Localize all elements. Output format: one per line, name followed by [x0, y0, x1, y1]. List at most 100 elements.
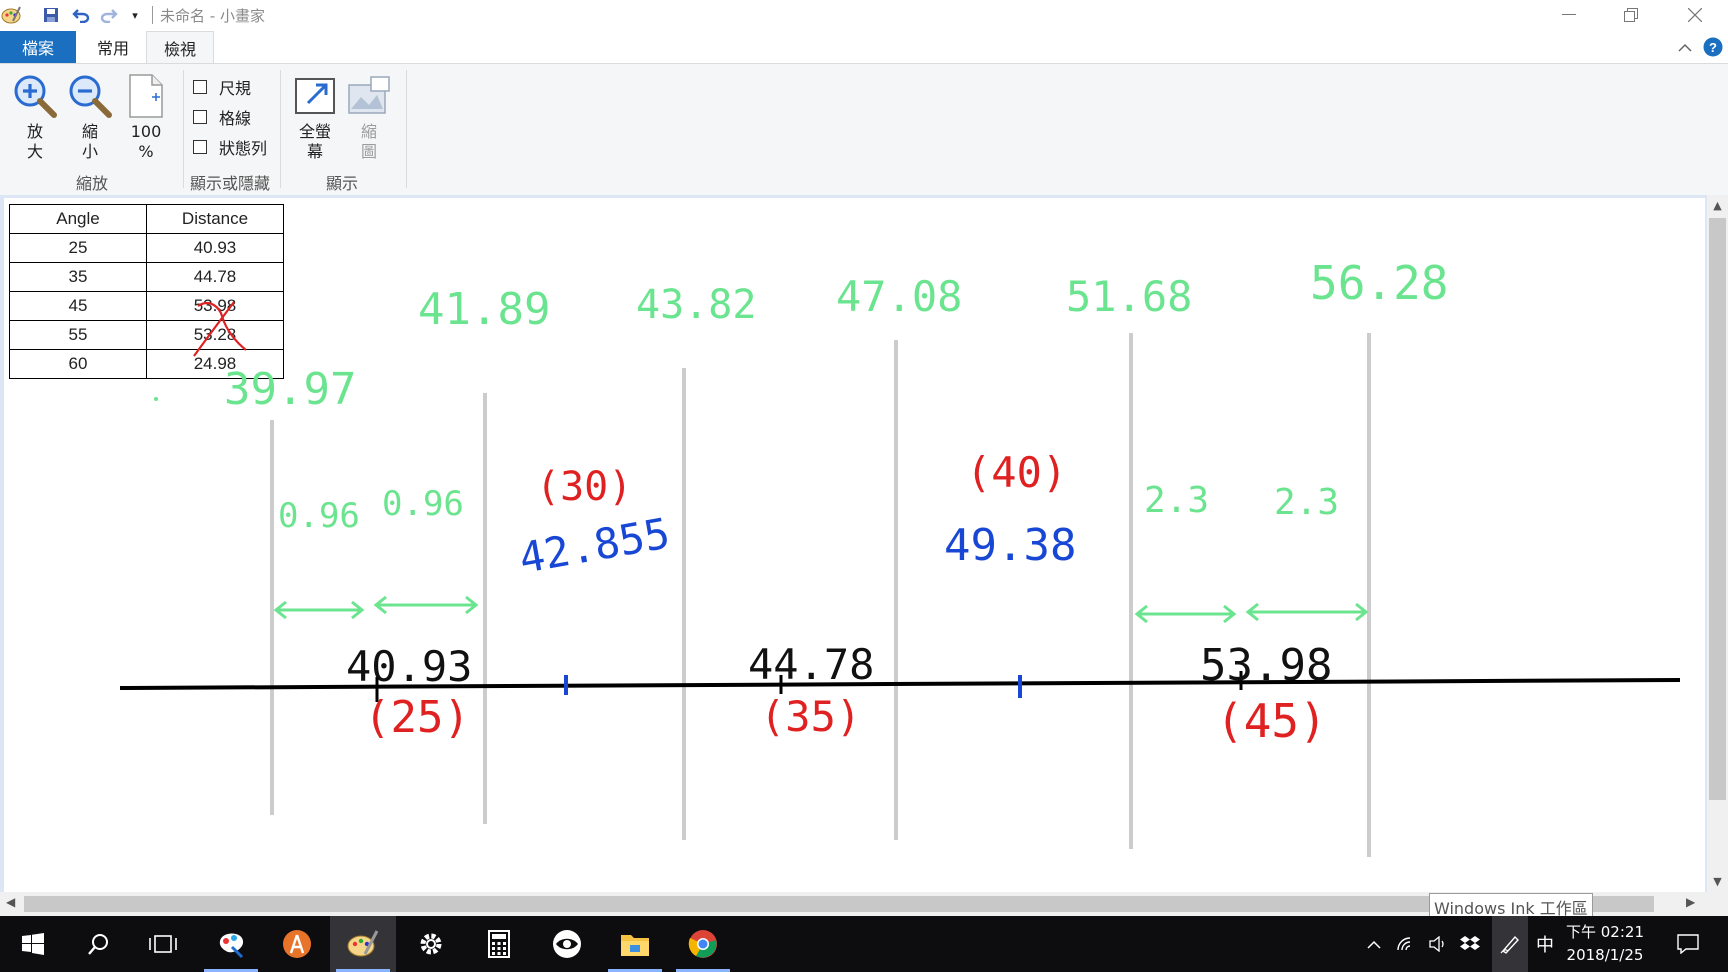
- zoom-in-label: 放 大: [26, 122, 43, 161]
- statusbar-checkbox[interactable]: 狀態列: [193, 135, 267, 159]
- restore-button[interactable]: [1600, 0, 1662, 30]
- windows-ink-icon[interactable]: [1492, 916, 1528, 972]
- gap-arrow: [273, 600, 365, 620]
- statusbar-label: 狀態列: [219, 139, 268, 158]
- ink-gap-value: 0.96: [278, 496, 360, 536]
- vertical-scrollbar[interactable]: ▲ ▼: [1707, 195, 1728, 892]
- title-separator: [152, 6, 153, 24]
- ink-angle-label: (30): [536, 464, 633, 510]
- ink-gap-value: 0.96: [382, 484, 464, 524]
- gridlines-checkbox-box[interactable]: [193, 110, 207, 124]
- search-icon[interactable]: [66, 916, 132, 972]
- paint3d-icon[interactable]: [198, 916, 264, 972]
- close-button[interactable]: [1664, 0, 1726, 30]
- calculator-icon[interactable]: [466, 916, 532, 972]
- task-view-icon[interactable]: [130, 916, 196, 972]
- table-cell: 25: [9, 233, 147, 263]
- action-center-icon[interactable]: [1668, 916, 1708, 972]
- zoom-group-label: 縮放: [76, 174, 109, 193]
- ink-distance-value: 53.98: [1200, 640, 1333, 691]
- collapse-ribbon-icon[interactable]: [1674, 36, 1696, 58]
- orange-app-icon[interactable]: [264, 916, 330, 972]
- ink-distance-value: 44.78: [748, 640, 875, 689]
- ink-gap-value: 2.3: [1144, 480, 1210, 521]
- zoom-100-label: 100 %: [130, 122, 162, 161]
- display-group-label: 顯示: [326, 174, 359, 193]
- taskbar: 中 下午 02:21 2018/1/25: [0, 916, 1728, 972]
- group-divider: [280, 70, 281, 188]
- paint-app-icon[interactable]: [0, 4, 22, 26]
- ribbon-view-panel: 放 大 縮 小 100 % 縮放 尺規 格線 狀態列 顯示或隱藏 全螢 幕 縮 …: [0, 63, 1728, 196]
- drawing-canvas[interactable]: Angle Distance 25 40.93 35 44.78 45 53.9…: [4, 198, 1705, 892]
- ink-green-value: 56.28: [1310, 256, 1449, 310]
- ruler-checkbox-box[interactable]: [193, 80, 207, 94]
- scroll-left-icon[interactable]: ◀: [6, 895, 15, 909]
- paint-icon[interactable]: [330, 916, 396, 972]
- undo-icon[interactable]: [70, 4, 92, 26]
- gridlines-label: 格線: [219, 109, 252, 128]
- table-header: Distance: [146, 204, 284, 234]
- ink-angle-label: (25): [364, 692, 470, 743]
- dropbox-icon[interactable]: [1456, 916, 1484, 972]
- title-bar: ▾ 未命名 - 小畫家: [0, 0, 1728, 30]
- eye-app-icon[interactable]: [534, 916, 600, 972]
- save-icon[interactable]: [40, 4, 62, 26]
- statusbar-checkbox-box[interactable]: [193, 140, 207, 154]
- help-icon[interactable]: ?: [1702, 36, 1724, 58]
- ink-green-value: 43.82: [636, 282, 757, 328]
- ink-green-value: 47.08: [836, 272, 963, 321]
- table-header: Angle: [9, 204, 147, 234]
- horizontal-scroll-thumb[interactable]: [24, 896, 1654, 912]
- file-explorer-icon[interactable]: [602, 916, 668, 972]
- ime-indicator[interactable]: 中: [1530, 916, 1560, 972]
- table-cell: 35: [9, 262, 147, 292]
- ink-midpoint-value: 49.38: [944, 520, 1077, 571]
- gridlines-checkbox[interactable]: 格線: [193, 105, 251, 129]
- tab-view[interactable]: 檢視: [146, 31, 214, 64]
- start-icon[interactable]: [0, 916, 66, 972]
- chrome-icon[interactable]: [670, 916, 736, 972]
- table-row: 25 40.93: [9, 233, 284, 263]
- scroll-right-icon[interactable]: ▶: [1686, 895, 1695, 909]
- ink-distance-value: 40.93: [346, 642, 473, 691]
- zoom-out-button[interactable]: 縮 小: [64, 70, 116, 162]
- ink-angle-label: (35): [760, 692, 862, 741]
- thumbnail-button[interactable]: 縮 圖: [343, 70, 395, 162]
- ink-gap-value: 2.3: [1274, 482, 1340, 523]
- settings-icon[interactable]: [398, 916, 464, 972]
- minimize-button[interactable]: [1538, 0, 1600, 30]
- group-divider: [183, 70, 184, 188]
- guide-lines: [270, 333, 1371, 857]
- ink-green-value: 41.89: [418, 284, 551, 335]
- redo-icon[interactable]: [98, 4, 120, 26]
- zoom-100-button[interactable]: 100 %: [120, 70, 172, 162]
- page-icon: [120, 70, 172, 122]
- show-hidden-icons-icon[interactable]: [1360, 916, 1388, 972]
- ink-green-value: 51.68: [1066, 272, 1193, 321]
- scroll-down-icon[interactable]: ▼: [1707, 875, 1728, 888]
- thumbnail-label: 縮 圖: [360, 122, 377, 161]
- fullscreen-button[interactable]: 全螢 幕: [289, 70, 341, 162]
- table-cell: 60: [9, 349, 147, 379]
- wifi-icon[interactable]: [1392, 916, 1420, 972]
- scroll-up-icon[interactable]: ▲: [1707, 199, 1728, 212]
- show-hide-group-label: 顯示或隱藏: [190, 174, 271, 193]
- taskbar-clock[interactable]: 下午 02:21 2018/1/25: [1560, 921, 1650, 967]
- table-cell: 45: [9, 291, 147, 321]
- volume-icon[interactable]: [1424, 916, 1452, 972]
- customize-dropdown-icon[interactable]: ▾: [124, 4, 146, 26]
- gap-arrow: [1134, 604, 1237, 624]
- ink-angle-label: (40): [966, 448, 1068, 497]
- tab-home[interactable]: 常用: [82, 31, 144, 63]
- gap-arrow: [1245, 602, 1369, 622]
- clock-date: 2018/1/25: [1566, 946, 1644, 964]
- vertical-scroll-thumb[interactable]: [1709, 218, 1726, 800]
- zoom-out-label: 縮 小: [81, 122, 98, 161]
- ink-dot: [154, 397, 158, 401]
- ruler-checkbox[interactable]: 尺規: [193, 75, 251, 99]
- thumbnail-icon: [343, 70, 395, 122]
- zoom-in-button[interactable]: 放 大: [9, 70, 61, 162]
- zoom-in-icon: [9, 70, 61, 122]
- tab-file[interactable]: 檔案: [0, 31, 76, 63]
- table-cell: 40.93: [146, 233, 284, 263]
